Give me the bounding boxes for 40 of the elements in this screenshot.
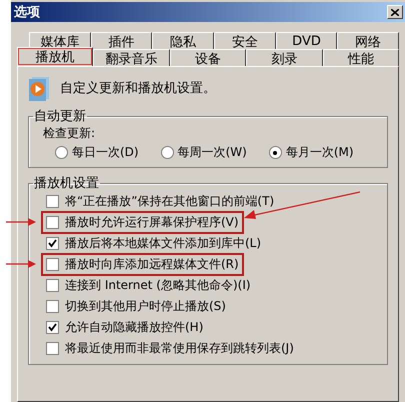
radio-option[interactable]: 每月一次(M): [268, 144, 354, 161]
group-title: 自动更新: [33, 108, 87, 125]
radio-button[interactable]: [268, 146, 282, 159]
checkbox[interactable]: [46, 279, 59, 292]
checkbox-label[interactable]: 播放后将本地媒体文件添加到库中(L): [65, 235, 262, 252]
tab[interactable]: 网络: [337, 32, 400, 49]
intro-text: 自定义更新和播放机设置。: [60, 80, 216, 97]
checkbox[interactable]: [46, 321, 59, 334]
tab[interactable]: DVD: [276, 32, 338, 49]
checkbox-label[interactable]: 允许自动隐藏播放控件(H): [65, 319, 204, 336]
checkbox-label[interactable]: 连接到 Internet (忽略其他命令)(I): [65, 277, 251, 294]
checkbox-label[interactable]: 播放时向库添加远程媒体文件(R): [65, 256, 239, 273]
close-button[interactable]: [387, 5, 403, 19]
tab[interactable]: 隐私: [152, 32, 214, 49]
close-icon: [391, 8, 399, 16]
tab[interactable]: 性能: [322, 49, 400, 66]
radio-option[interactable]: 每周一次(W): [160, 144, 247, 161]
group-title: 播放机设置: [33, 175, 100, 192]
checkbox[interactable]: [46, 216, 59, 229]
radio-button[interactable]: [160, 146, 174, 159]
checkbox[interactable]: [46, 342, 59, 355]
window-title: 选项: [14, 4, 40, 21]
checkbox-label[interactable]: 播放时允许运行屏幕保护程序(V): [65, 214, 239, 231]
tab[interactable]: 播放机: [17, 47, 94, 66]
check-updates-label: 检查更新:: [43, 125, 96, 142]
tab[interactable]: 安全: [214, 32, 276, 49]
checkbox[interactable]: [46, 237, 59, 250]
checkbox[interactable]: [46, 195, 59, 208]
radio-option[interactable]: 每日一次(D): [55, 144, 139, 161]
tab[interactable]: 插件: [90, 32, 152, 49]
tab[interactable]: 设备: [170, 49, 246, 66]
media-player-icon: [28, 75, 50, 101]
radio-button[interactable]: [55, 146, 68, 159]
checkbox-label[interactable]: 将最近使用而非最常使用保存到跳转列表(J): [65, 340, 294, 357]
tab[interactable]: 刻录: [246, 49, 323, 66]
checkbox[interactable]: [46, 258, 59, 271]
tab[interactable]: 翻录音乐: [93, 49, 170, 66]
checkbox-label[interactable]: 切换到其他用户时停止播放(S): [65, 298, 226, 315]
checkbox[interactable]: [46, 300, 59, 313]
checkbox-label[interactable]: 将“正在播放”保持在其他窗口的前端(T): [65, 193, 274, 210]
